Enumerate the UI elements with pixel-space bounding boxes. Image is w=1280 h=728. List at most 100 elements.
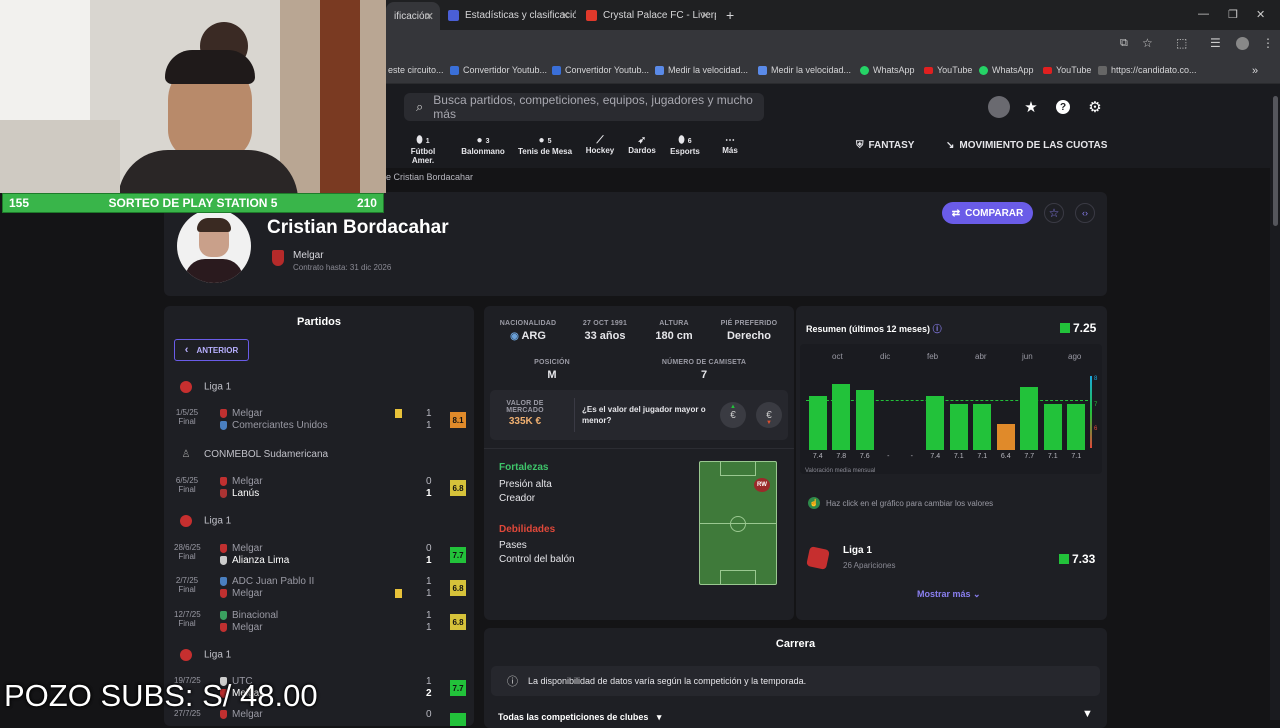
previous-button[interactable]: ‹ ANTERIOR xyxy=(174,339,249,361)
page-scrollbar[interactable] xyxy=(1270,84,1280,720)
info-icon[interactable]: ⓘ xyxy=(933,324,942,334)
bookmark-item[interactable]: YouTube xyxy=(924,65,972,75)
monthly-rating-chart[interactable]: oct dic feb abr jun ago 7.4 7.8 7.6- -7.4 7.… xyxy=(800,344,1102,474)
favorites-star-icon[interactable]: ★ xyxy=(1020,96,1042,118)
sport-tab-table-tennis[interactable]: ● 5 Tenis de Mesa xyxy=(516,136,574,157)
chart-bar[interactable] xyxy=(996,424,1015,450)
rating-badge: 6.8 xyxy=(450,580,466,596)
reading-list-icon[interactable]: ☰ xyxy=(1210,36,1221,50)
chevron-left-icon: ‹ xyxy=(184,344,189,356)
breadcrumb[interactable]: e Cristian Bordacahar xyxy=(386,172,473,182)
bookmark-label: este circuito... xyxy=(388,65,444,75)
scrollbar-thumb[interactable] xyxy=(1273,96,1278,226)
favicon-icon xyxy=(655,65,664,75)
bookmark-item[interactable]: YouTube xyxy=(1043,65,1091,75)
chart-bar[interactable] xyxy=(855,389,874,450)
sport-tab-esports[interactable]: ⬮ 6 Esports xyxy=(668,136,702,157)
bookmark-item[interactable]: Medir la velocidad... xyxy=(758,65,851,75)
sport-tab-hockey[interactable]: ⟋ Hockey xyxy=(583,136,617,156)
close-icon[interactable]: ✕ xyxy=(701,9,710,22)
favorite-star-icon[interactable]: ☆ xyxy=(1044,203,1064,223)
bookmark-label: YouTube xyxy=(937,65,973,75)
value-lower-button[interactable]: € ▼ xyxy=(756,402,782,428)
profile-avatar[interactable] xyxy=(1236,37,1249,50)
cast-icon[interactable]: ⧉ xyxy=(1120,37,1128,50)
minimize-icon[interactable]: — xyxy=(1198,8,1209,20)
info-icon: ⓘ xyxy=(507,676,518,688)
height-field: ALTURA 180 cm xyxy=(655,320,693,342)
chart-bar[interactable] xyxy=(1067,404,1086,450)
league-rating: 7.33 xyxy=(1059,552,1095,566)
team-crest-icon xyxy=(220,408,227,418)
more-bookmarks-icon[interactable]: » xyxy=(1252,65,1258,77)
user-avatar[interactable] xyxy=(988,96,1010,118)
chart-bar[interactable] xyxy=(832,384,851,450)
favicon-icon xyxy=(450,65,459,75)
giveaway-title: SORTEO DE PLAY STATION 5 xyxy=(108,196,278,210)
chart-bar[interactable] xyxy=(1020,386,1039,450)
embed-code-icon[interactable]: ‹› xyxy=(1075,203,1095,223)
league-header[interactable]: ♙ CONMEBOL Sudamericana xyxy=(164,449,329,460)
caret-down-icon[interactable]: ▼ xyxy=(1082,708,1093,720)
bookmark-item[interactable]: Convertidor Youtub... xyxy=(552,65,649,75)
close-window-icon[interactable]: ✕ xyxy=(1256,8,1265,21)
bookmark-item[interactable]: Convertidor Youtub... xyxy=(450,65,547,75)
summary-panel: Resumen (últimos 12 meses) ⓘ 7.25 oct di… xyxy=(796,306,1107,620)
league-logo-icon xyxy=(806,546,830,570)
new-tab-button[interactable]: + xyxy=(718,4,738,26)
weakness-item: Pases xyxy=(499,540,527,551)
odds-movement-link[interactable]: ↘ MOVIMIENTO DE LAS CUOTAS xyxy=(946,140,1107,151)
rating-square-icon xyxy=(1059,554,1069,564)
club-name[interactable]: Melgar xyxy=(293,250,324,261)
chart-bar[interactable] xyxy=(1043,404,1062,450)
bar-value-label: 7.1 xyxy=(977,453,988,460)
fantasy-link[interactable]: ⛨ FANTASY xyxy=(856,140,914,151)
giveaway-banner: 155 SORTEO DE PLAY STATION 5 210 xyxy=(2,193,384,213)
settings-gear-icon[interactable]: ⚙ xyxy=(1084,96,1106,118)
show-more-link[interactable]: Mostrar más ⌄ xyxy=(917,589,981,600)
extensions-icon[interactable]: ⬚ xyxy=(1176,36,1187,50)
browser-tab[interactable]: Estadísticas y clasificación ✕ xyxy=(440,4,576,26)
chart-bar[interactable] xyxy=(973,404,992,450)
career-title: Carrera xyxy=(775,638,816,650)
bookmark-item[interactable]: WhatsApp xyxy=(979,65,1034,75)
bookmark-item[interactable]: https://candidato.co... xyxy=(1098,65,1197,75)
compare-button[interactable]: ⇄ COMPARAR xyxy=(942,202,1033,224)
chart-bar[interactable] xyxy=(926,395,945,450)
league-header[interactable]: Liga 1 xyxy=(164,649,231,661)
data-availability-notice: ⓘ La disponibilidad de datos varía según … xyxy=(491,666,1100,696)
tab-favicon-icon xyxy=(448,9,459,21)
sport-tab-american-football[interactable]: ⬮ 1 Fútbol Amer. xyxy=(400,136,446,166)
league-apps: 26 Apariciones xyxy=(843,561,896,570)
darts-icon: ➶ xyxy=(637,135,647,146)
maximize-icon[interactable]: ❐ xyxy=(1228,8,1238,21)
chart-bar[interactable] xyxy=(949,404,968,450)
browser-tab[interactable]: Crystal Palace FC - Liverp ✕ xyxy=(578,4,716,26)
close-icon[interactable]: ✕ xyxy=(425,10,434,23)
chart-bar[interactable] xyxy=(808,395,827,450)
bar-value-label: 7.6 xyxy=(859,453,870,460)
bookmark-item[interactable]: WhatsApp xyxy=(860,65,915,75)
tap-icon: ☝ xyxy=(808,497,820,509)
close-icon[interactable]: ✕ xyxy=(561,9,570,22)
help-icon[interactable]: ? xyxy=(1052,96,1074,118)
bookmark-item[interactable]: Medir la velocidad... xyxy=(655,65,748,75)
sport-tab-more[interactable]: ⋯ Más xyxy=(718,136,742,156)
sport-tab-darts[interactable]: ➶ Dardos xyxy=(626,135,658,156)
position-field: POSICIÓN M xyxy=(534,359,570,381)
value-higher-button[interactable]: ▲ € xyxy=(720,402,746,428)
league-name[interactable]: Liga 1 xyxy=(843,545,872,556)
fantasy-icon: ⛨ xyxy=(856,140,864,151)
bookmark-star-icon[interactable]: ☆ xyxy=(1142,36,1153,50)
sport-tab-handball[interactable]: ● 3 Balonmano xyxy=(460,136,506,157)
club-crest-icon xyxy=(272,250,284,266)
league-header[interactable]: Liga 1 xyxy=(164,381,231,393)
search-bar[interactable]: ⌕ Busca partidos, competiciones, equipos… xyxy=(404,93,764,121)
bookmark-item[interactable]: este circuito... xyxy=(388,65,444,75)
browser-tab[interactable]: ificación ✕ xyxy=(386,2,440,30)
menu-icon[interactable]: ⋮ xyxy=(1262,36,1274,50)
league-header[interactable]: Liga 1 xyxy=(164,515,231,527)
competition-filter-dropdown[interactable]: Todas las competiciones de clubes ▾ xyxy=(498,712,661,723)
bar-value-label: 7.4 xyxy=(930,453,941,460)
tab-title: Crystal Palace FC - Liverp xyxy=(603,9,716,21)
